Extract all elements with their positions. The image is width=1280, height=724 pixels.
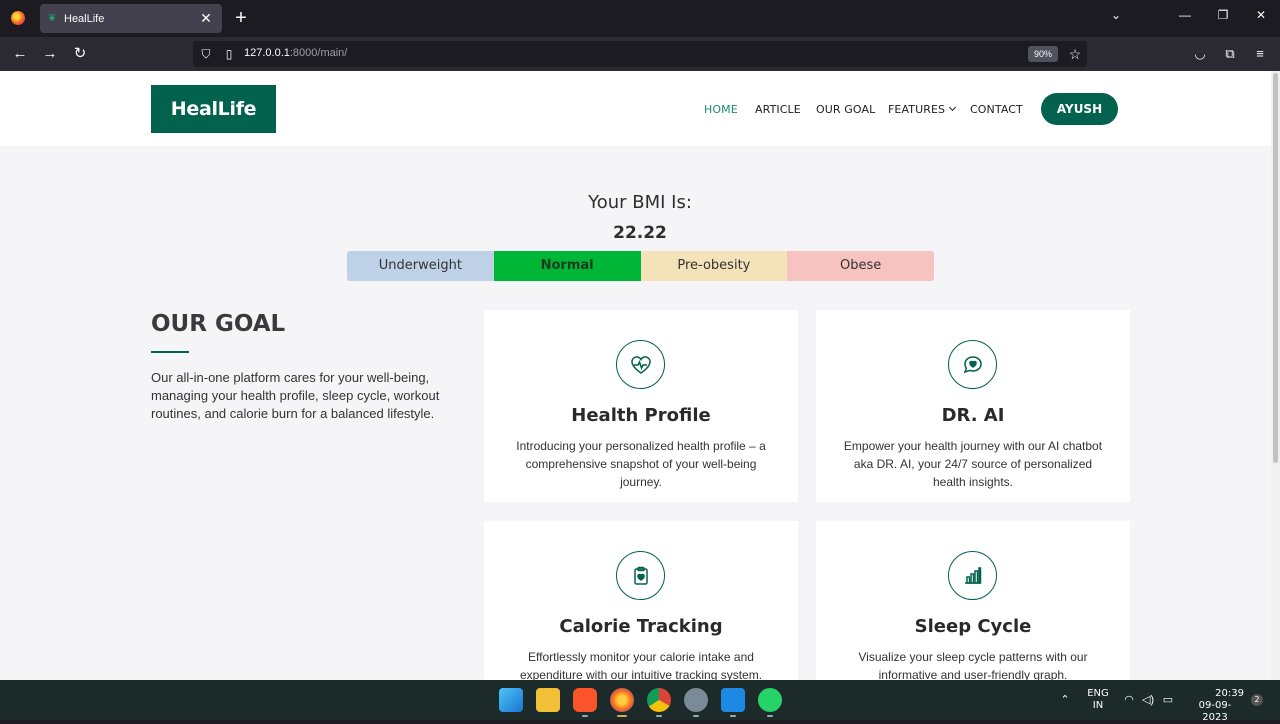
card-title: Calorie Tracking bbox=[559, 616, 723, 637]
windows-start-icon[interactable] bbox=[499, 688, 523, 712]
brave-browser-icon[interactable] bbox=[573, 688, 597, 712]
scrollbar-thumb[interactable] bbox=[1273, 73, 1278, 463]
list-all-tabs-icon[interactable]: ⌄ bbox=[1106, 8, 1126, 22]
running-indicator bbox=[693, 715, 699, 717]
settings-gear-icon[interactable] bbox=[684, 688, 708, 712]
minimize-window-button[interactable]: — bbox=[1175, 8, 1195, 22]
running-indicator bbox=[730, 715, 736, 717]
battery-icon[interactable]: ▭ bbox=[1160, 693, 1176, 706]
feature-card-dr-ai[interactable]: DR. AI Empower your health journey with … bbox=[816, 310, 1130, 502]
bmi-category-scale: Underweight Normal Pre-obesity Obese bbox=[347, 251, 934, 281]
our-goal-heading: OUR GOAL bbox=[151, 311, 286, 337]
bmi-category-pre-obesity: Pre-obesity bbox=[640, 251, 788, 281]
url-host: 127.0.0.1 bbox=[244, 47, 290, 59]
firefox-menu-button[interactable] bbox=[6, 6, 30, 30]
clock[interactable]: 20:39 09-09-2023 bbox=[1186, 688, 1244, 724]
nav-home[interactable]: HOME bbox=[704, 103, 738, 116]
microsoft-store-icon[interactable] bbox=[536, 688, 560, 712]
nav-contact[interactable]: CONTACT bbox=[970, 103, 1023, 116]
region-code: IN bbox=[1092, 700, 1104, 711]
active-app-indicator bbox=[617, 715, 627, 717]
bmi-title: Your BMI Is: bbox=[588, 192, 692, 213]
tab-close-icon[interactable]: ✕ bbox=[198, 10, 214, 27]
whatsapp-icon[interactable] bbox=[758, 688, 782, 712]
notification-count-badge[interactable]: 2 bbox=[1251, 694, 1263, 706]
extensions-puzzle-icon[interactable]: ⧉ bbox=[1221, 45, 1239, 63]
card-title: Sleep Cycle bbox=[914, 616, 1032, 637]
chat-heart-icon bbox=[948, 340, 997, 389]
nav-features-label: FEATURES bbox=[888, 103, 946, 116]
wifi-icon[interactable]: ◠ bbox=[1121, 693, 1137, 706]
feature-card-health-profile[interactable]: Health Profile Introducing your personal… bbox=[484, 310, 798, 502]
clipboard-heart-icon bbox=[616, 551, 665, 600]
bmi-value: 22.22 bbox=[613, 223, 667, 243]
clock-date: 09-09-2023 bbox=[1198, 700, 1232, 723]
running-indicator bbox=[767, 715, 773, 717]
bmi-category-underweight: Underweight bbox=[347, 251, 494, 281]
nav-article[interactable]: ARTICLE bbox=[755, 103, 801, 116]
bmi-category-normal: Normal bbox=[493, 251, 641, 281]
language-code: ENG bbox=[1087, 688, 1109, 699]
restore-window-button[interactable]: ❐ bbox=[1213, 8, 1233, 22]
clock-time: 20:39 bbox=[1215, 688, 1244, 699]
zoom-level-badge[interactable]: 90% bbox=[1028, 46, 1058, 62]
bmi-category-obese: Obese bbox=[787, 251, 934, 281]
hamburger-menu-icon[interactable]: ≡ bbox=[1251, 45, 1269, 63]
forward-arrow-icon[interactable]: → bbox=[40, 44, 60, 64]
feature-card-calorie-tracking[interactable]: Calorie Tracking Effortlessly monitor yo… bbox=[484, 521, 798, 680]
page-viewport: HealLife HOME ARTICLE OUR GOAL FEATURES … bbox=[0, 71, 1280, 680]
tab-title: HealLife bbox=[64, 12, 105, 25]
url-text[interactable]: 127.0.0.1:8000/main/ bbox=[244, 47, 347, 59]
chevron-down-icon bbox=[949, 103, 957, 112]
heart-pulse-icon bbox=[616, 340, 665, 389]
leaf-favicon-icon: ❦ bbox=[48, 12, 57, 24]
new-tab-button[interactable]: + bbox=[231, 8, 251, 28]
bar-chart-icon bbox=[948, 551, 997, 600]
pocket-icon[interactable]: ◡ bbox=[1191, 45, 1209, 63]
browser-tab-heallife[interactable]: ❦ HealLife ✕ bbox=[40, 4, 222, 33]
browser-navigation-bar: ← → ↻ ⛉ ▯ 127.0.0.1:8000/main/ 90% ☆ ◡ ⧉… bbox=[0, 37, 1280, 71]
card-title: Health Profile bbox=[571, 405, 711, 426]
card-description: Empower your health journey with our AI … bbox=[843, 439, 1103, 489]
feature-card-sleep-cycle[interactable]: Sleep Cycle Visualize your sleep cycle p… bbox=[816, 521, 1130, 680]
input-language-indicator[interactable]: ENG IN bbox=[1084, 688, 1112, 712]
page-info-icon[interactable]: ▯ bbox=[221, 46, 237, 62]
chrome-icon[interactable] bbox=[647, 688, 671, 712]
nav-our-goal[interactable]: OUR GOAL bbox=[816, 103, 875, 116]
running-indicator bbox=[656, 715, 662, 717]
card-description: Effortlessly monitor your calorie intake… bbox=[519, 650, 763, 680]
card-description: Introducing your personalized health pro… bbox=[516, 439, 766, 489]
nav-features[interactable]: FEATURES bbox=[888, 103, 957, 116]
chevron-up-icon[interactable]: ⌃ bbox=[1057, 693, 1073, 706]
card-title: DR. AI bbox=[941, 405, 1005, 426]
back-arrow-icon[interactable]: ← bbox=[10, 44, 30, 64]
page-scrollbar[interactable] bbox=[1271, 71, 1280, 680]
firefox-taskbar-icon[interactable] bbox=[610, 688, 634, 712]
volume-icon[interactable]: ◁) bbox=[1140, 693, 1156, 706]
heallife-logo[interactable]: HealLife bbox=[151, 85, 276, 133]
browser-tab-bar: ❦ HealLife ✕ + ⌄ — ❐ ✕ bbox=[0, 0, 1280, 37]
heading-underline bbox=[151, 351, 189, 353]
bookmark-star-icon[interactable]: ☆ bbox=[1066, 45, 1084, 63]
site-header: HealLife HOME ARTICLE OUR GOAL FEATURES … bbox=[0, 71, 1271, 146]
card-description: Visualize your sleep cycle patterns with… bbox=[858, 650, 1088, 680]
url-path: :8000/main/ bbox=[289, 47, 348, 59]
tracking-shield-icon[interactable]: ⛉ bbox=[198, 46, 214, 62]
address-bar[interactable]: ⛉ ▯ 127.0.0.1:8000/main/ 90% ☆ bbox=[193, 41, 1087, 67]
vscode-icon[interactable] bbox=[721, 688, 745, 712]
firefox-icon bbox=[11, 11, 25, 25]
reload-icon[interactable]: ↻ bbox=[70, 44, 90, 64]
close-window-button[interactable]: ✕ bbox=[1251, 8, 1271, 22]
windows-taskbar: ⌃ ENG IN ◠ ◁) ▭ 20:39 09-09-2023 2 bbox=[0, 680, 1280, 723]
our-goal-description: Our all-in-one platform cares for your w… bbox=[151, 370, 440, 421]
user-account-button[interactable]: AYUSH bbox=[1041, 93, 1118, 125]
running-indicator bbox=[582, 715, 588, 717]
